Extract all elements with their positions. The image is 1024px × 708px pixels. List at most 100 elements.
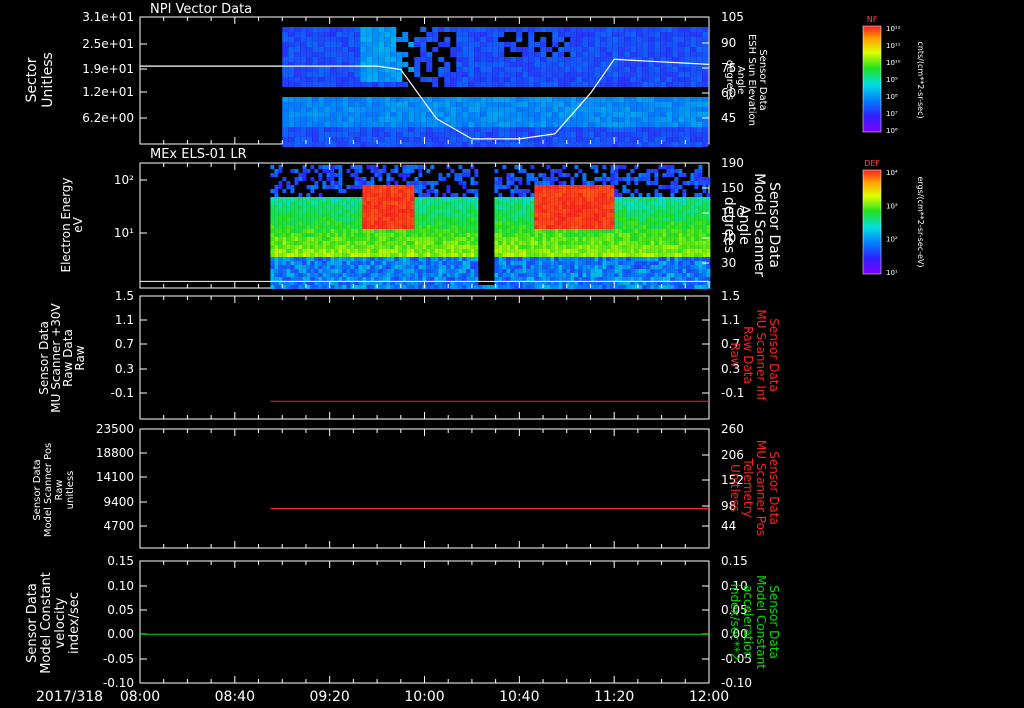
els-cell: [438, 205, 443, 209]
els-cell: [322, 261, 327, 265]
els-cell: [618, 229, 623, 233]
els-cell: [518, 213, 523, 217]
npi-cell: [588, 32, 595, 37]
panel-4-ylabel: Sensor Data Model Scanner Pos Raw unitle…: [32, 443, 76, 537]
npi-cell: [378, 37, 385, 42]
els-cell: [570, 213, 575, 217]
els-cell: [466, 225, 471, 229]
npi-cell: [678, 117, 685, 122]
els-cell: [470, 253, 475, 257]
els-cell: [334, 265, 339, 269]
npi-cell: [618, 117, 625, 122]
els-cell: [342, 233, 347, 237]
npi-cell: [570, 62, 577, 67]
els-cell: [602, 237, 607, 241]
els-cell: [506, 229, 511, 233]
els-cell: [414, 265, 419, 269]
els-cell: [322, 221, 327, 225]
els-cell: [302, 217, 307, 221]
els-cell: [450, 253, 455, 257]
npi-cell: [282, 82, 289, 87]
els-cell: [686, 253, 691, 257]
npi-cell: [348, 97, 355, 102]
colorbar-tick-label: 10¹⁰: [886, 59, 901, 67]
els-cell: [690, 229, 695, 233]
els-cell: [690, 241, 695, 245]
els-cell: [470, 269, 475, 273]
els-cell: [506, 273, 511, 277]
els-cell: [438, 197, 443, 201]
els-cell: [446, 173, 451, 177]
els-cell: [658, 253, 663, 257]
els-cell: [526, 253, 531, 257]
els-cell: [642, 201, 647, 205]
npi-cell: [282, 77, 289, 82]
npi-cell: [498, 72, 505, 77]
npi-cell: [696, 42, 703, 47]
els-cell: [466, 249, 471, 253]
npi-cell: [684, 67, 691, 72]
npi-cell: [636, 112, 643, 117]
npi-cell: [390, 52, 397, 57]
npi-cell: [348, 102, 355, 107]
els-cell: [530, 229, 535, 233]
els-cell: [402, 241, 407, 245]
npi-cell: [456, 72, 463, 77]
els-cell: [330, 181, 335, 185]
npi-cell: [462, 82, 469, 87]
npi-cell: [390, 47, 397, 52]
els-cell: [390, 185, 395, 189]
els-cell: [522, 237, 527, 241]
els-cell: [282, 221, 287, 225]
els-cell: [494, 253, 499, 257]
els-cell: [378, 205, 383, 209]
els-cell: [626, 173, 631, 177]
els-cell: [302, 269, 307, 273]
npi-cell: [312, 122, 319, 127]
els-cell: [290, 197, 295, 201]
els-cell: [430, 249, 435, 253]
npi-cell: [438, 112, 445, 117]
npi-cell: [378, 117, 385, 122]
els-cell: [606, 261, 611, 265]
els-cell: [390, 209, 395, 213]
npi-cell: [528, 117, 535, 122]
npi-cell: [300, 77, 307, 82]
els-cell: [418, 229, 423, 233]
panel-5-ylabel-line2: Model Constant: [39, 572, 54, 674]
els-cell: [702, 201, 707, 205]
els-cell: [274, 257, 279, 261]
els-cell: [474, 265, 479, 269]
els-cell: [390, 277, 395, 281]
npi-cell: [498, 132, 505, 137]
els-cell: [510, 221, 515, 225]
els-cell: [386, 249, 391, 253]
npi-cell: [552, 72, 559, 77]
els-cell: [694, 201, 699, 205]
els-cell: [550, 241, 555, 245]
els-cell: [470, 213, 475, 217]
els-cell: [530, 245, 535, 249]
npi-cell: [684, 132, 691, 137]
els-cell: [330, 241, 335, 245]
npi-cell: [636, 37, 643, 42]
npi-cell: [672, 27, 679, 32]
els-cell: [314, 233, 319, 237]
els-cell: [290, 257, 295, 261]
npi-cell: [684, 32, 691, 37]
els-cell: [498, 237, 503, 241]
els-cell: [674, 277, 679, 281]
els-cell: [694, 185, 699, 189]
els-cell: [422, 197, 427, 201]
els-cell: [394, 205, 399, 209]
npi-cell: [474, 97, 481, 102]
els-cell: [574, 221, 579, 225]
els-cell: [674, 205, 679, 209]
els-cell: [414, 285, 419, 289]
npi-cell: [534, 82, 541, 87]
els-cell: [362, 241, 367, 245]
npi-cell: [624, 42, 631, 47]
els-cell: [306, 277, 311, 281]
npi-cell: [456, 82, 463, 87]
els-cell: [310, 229, 315, 233]
